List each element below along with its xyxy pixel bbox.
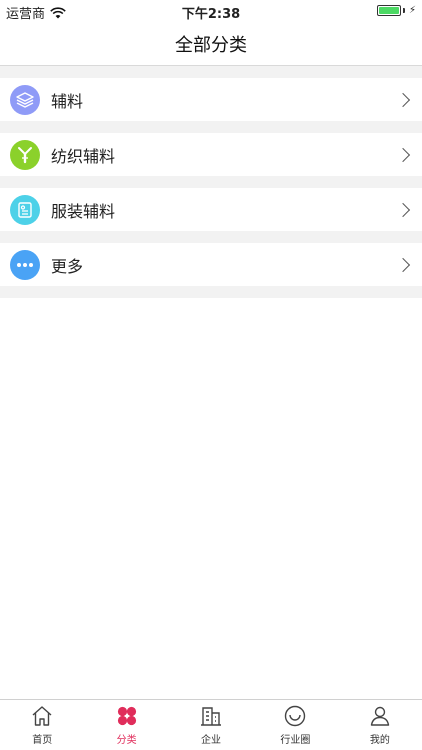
tab-label: 分类: [116, 735, 137, 746]
tab-enterprise[interactable]: 企业: [169, 700, 253, 750]
battery-icon: [376, 5, 401, 16]
list-spacer: [0, 286, 422, 298]
tab-home[interactable]: 首页: [0, 700, 84, 750]
category-row-accessories[interactable]: 辅料: [0, 78, 422, 121]
tab-label: 首页: [32, 735, 53, 746]
category-list: 辅料 纺织辅料 服装辅料 更多: [0, 66, 422, 699]
list-spacer: [0, 176, 422, 188]
battery-group: ⚡: [376, 5, 416, 16]
category-label: 纺织辅料: [51, 146, 116, 166]
category-row-textile-accessories[interactable]: 纺织辅料: [0, 133, 422, 176]
tab-label: 我的: [369, 735, 390, 746]
layers-icon: [10, 84, 40, 115]
yarn-spool-icon: [10, 139, 40, 170]
list-spacer: [0, 66, 422, 78]
category-icon: [117, 706, 136, 726]
category-row-more[interactable]: 更多: [0, 243, 422, 286]
list-spacer: [0, 231, 422, 243]
tab-label: 行业圈: [280, 735, 311, 746]
battery-tip: [402, 8, 405, 13]
category-label: 辅料: [51, 91, 84, 111]
status-bar: 运营商 下午2:38 ⚡: [0, 0, 422, 22]
home-icon: [32, 706, 52, 726]
tab-bar: 首页 分类 企业 行业圈 我的: [0, 699, 422, 750]
clothing-tag-icon: [10, 194, 40, 225]
building-icon: [201, 707, 222, 726]
tab-industry-circle[interactable]: 行业圈: [253, 700, 337, 750]
category-label: 服装辅料: [51, 201, 116, 221]
user-icon: [370, 706, 390, 726]
chevron-right-icon: [395, 147, 411, 162]
chevron-right-icon: [395, 202, 411, 217]
tab-label: 企业: [201, 735, 222, 746]
list-spacer: [0, 121, 422, 133]
status-time: 下午2:38: [181, 7, 241, 22]
chevron-right-icon: [395, 92, 411, 107]
page-title: 全部分类: [175, 34, 247, 56]
tab-mine[interactable]: 我的: [338, 700, 422, 750]
navigation-bar: 全部分类: [0, 22, 422, 66]
category-row-clothing-accessories[interactable]: 服装辅料: [0, 188, 422, 231]
charging-icon: ⚡: [408, 5, 416, 16]
more-dots-icon: [10, 249, 40, 280]
category-label: 更多: [51, 256, 84, 276]
chevron-right-icon: [395, 257, 411, 272]
tab-category[interactable]: 分类: [84, 700, 168, 750]
smile-circle-icon: [285, 705, 306, 727]
